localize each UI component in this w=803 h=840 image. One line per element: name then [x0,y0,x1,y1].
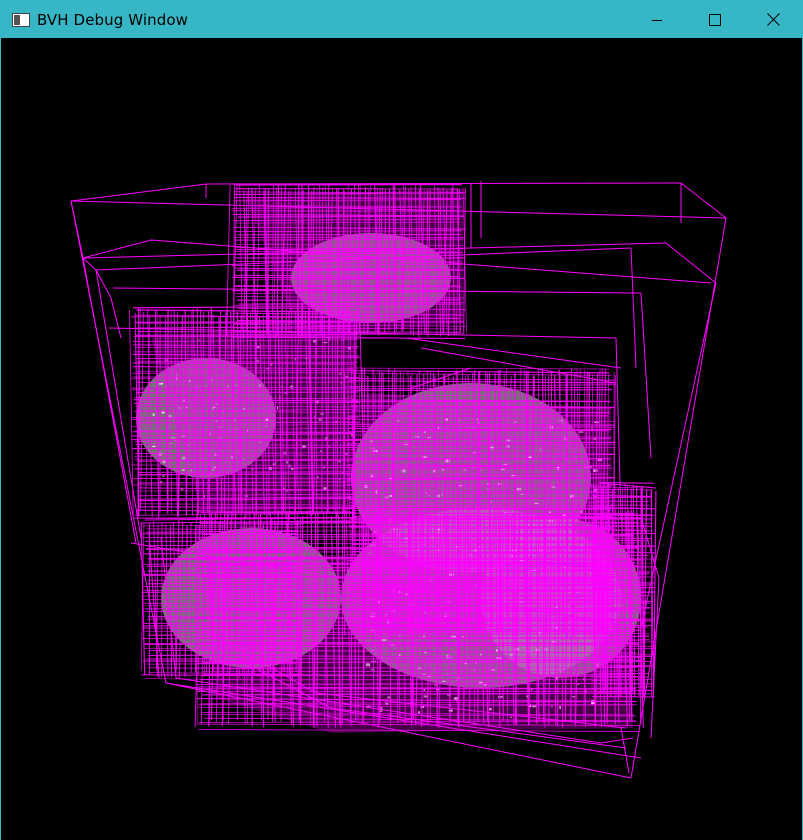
bvh-leaf-edge [346,367,610,370]
bvh-leaf-edge [134,513,356,516]
title-bar[interactable]: BVH Debug Window [1,1,802,38]
mesh-highlight [152,445,156,447]
bvh-box-edge [205,182,682,185]
bvh-box-edge [630,247,637,369]
bvh-box-edge [110,297,122,339]
bvh-box-edge [95,269,142,539]
bvh-box-edge [405,337,622,369]
bvh-debug-window: BVH Debug Window [0,0,803,840]
maximize-icon [709,13,721,26]
app-window-icon [12,12,30,27]
bvh-box-edge [665,242,717,284]
window-title: BVH Debug Window [37,10,188,29]
bvh-leaf-edge [226,185,231,337]
bvh-box-edge [640,292,652,459]
bvh-leaf-edge [352,389,612,392]
bvh-box-edge [640,517,660,579]
bvh-box-edge [70,200,84,259]
bvh-box-edge [600,737,634,744]
bvh-box-edge [640,282,717,629]
mesh-highlight [181,456,186,460]
bvh-leaf-edge [349,378,616,381]
close-button[interactable] [744,1,802,38]
minimize-button[interactable] [628,1,686,38]
close-icon [766,13,780,26]
mesh-highlight [168,414,173,418]
mesh-highlight [158,383,163,385]
bvh-box-edge [680,182,727,219]
minimize-icon [652,19,662,21]
bvh-box-edge [82,257,137,544]
mesh-highlight [152,413,155,416]
render-viewport[interactable] [1,38,802,840]
maximize-button[interactable] [686,1,744,38]
mesh-highlight [182,468,185,471]
bvh-box-edge [620,727,630,774]
bvh-box-edge [70,183,207,202]
bvh-cluster-fill [151,323,361,508]
bvh-wireframe-scene [70,181,727,779]
mesh-highlight [172,437,176,439]
bvh-box-edge [82,239,152,259]
mesh-highlight [162,475,165,478]
window-controls [628,1,802,38]
bvh-cluster-fill [206,548,633,733]
